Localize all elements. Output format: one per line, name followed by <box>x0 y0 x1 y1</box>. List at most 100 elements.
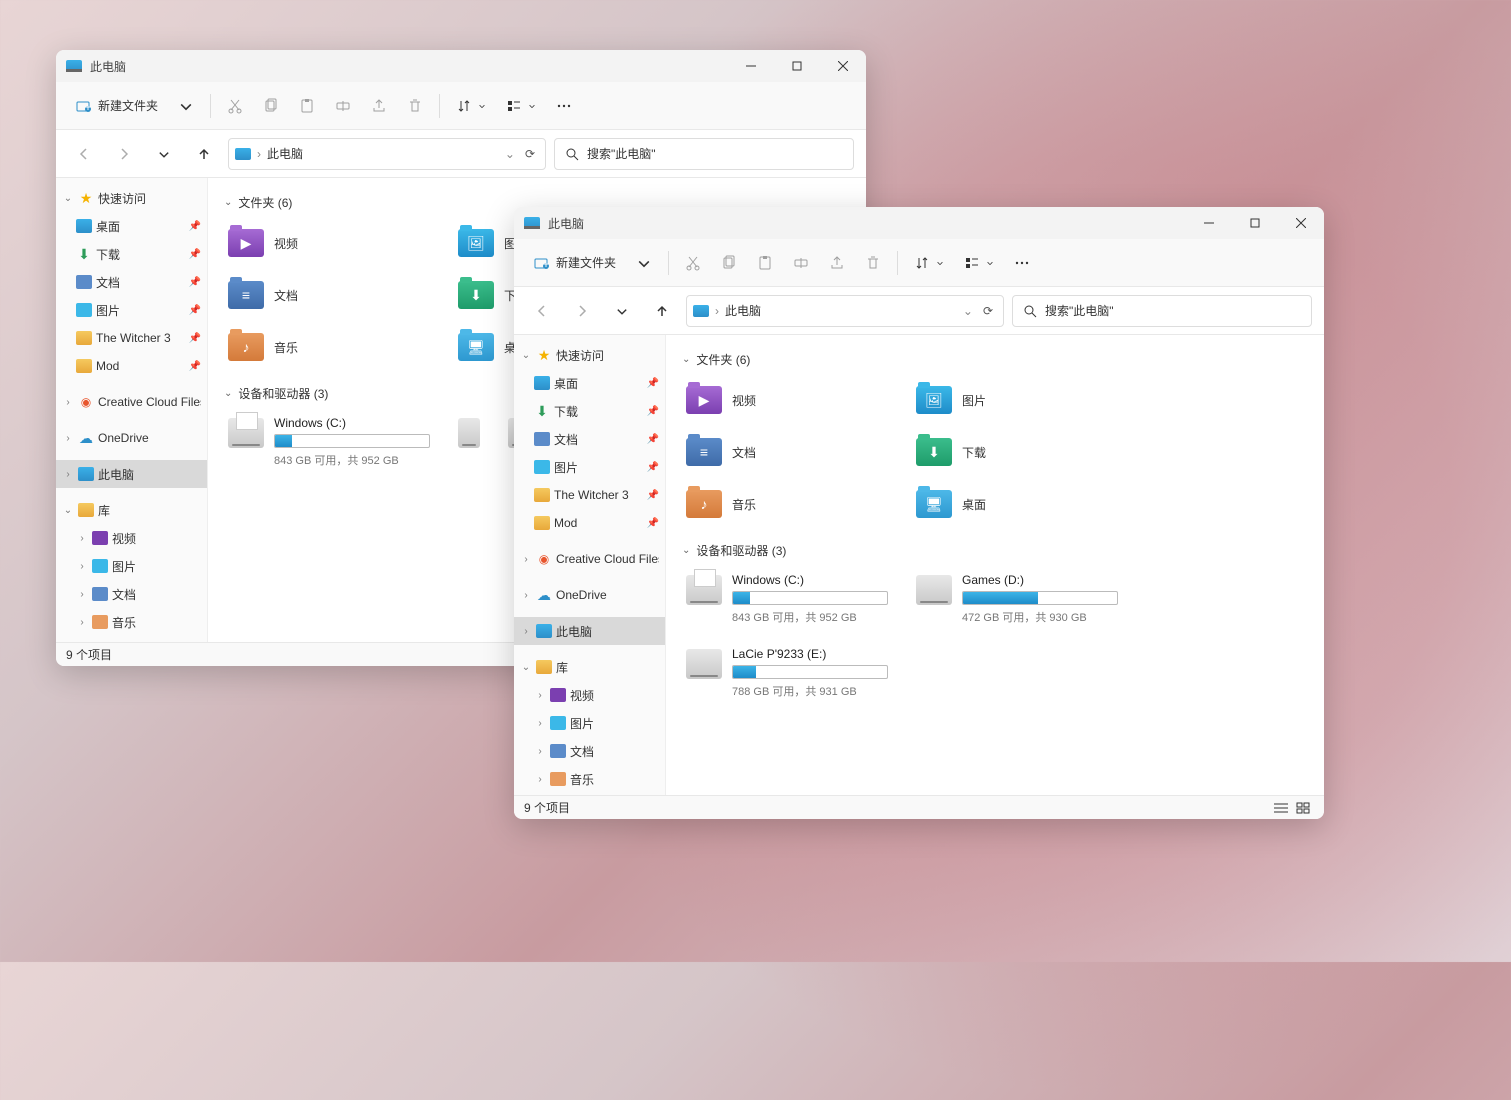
paste-button[interactable] <box>749 247 781 279</box>
copy-button[interactable] <box>713 247 745 279</box>
new-folder-button[interactable]: +新建文件夹 <box>68 90 166 122</box>
sidebar-item-desktop[interactable]: 桌面📌 <box>514 369 665 397</box>
pin-icon: 📌 <box>647 518 659 529</box>
sidebar-item-pictures[interactable]: 图片📌 <box>56 296 207 324</box>
minimize-button[interactable] <box>1186 207 1232 239</box>
sidebar-item-downloads[interactable]: ⬇下载📌 <box>56 240 207 268</box>
sidebar-this-pc[interactable]: ›此电脑 <box>56 460 207 488</box>
refresh-button[interactable]: ⟳ <box>979 304 997 318</box>
drive-e[interactable]: LaCie P'9233 (E:)788 GB 可用，共 931 GB <box>682 643 892 703</box>
tiles-view-button[interactable] <box>1292 799 1314 817</box>
sidebar-ccf[interactable]: ›◉Creative Cloud Files <box>514 545 665 573</box>
sidebar-item-documents[interactable]: 文档📌 <box>514 425 665 453</box>
cut-button[interactable] <box>677 247 709 279</box>
sidebar-lib-video[interactable]: ›视频 <box>56 524 207 552</box>
sidebar-item-witcher[interactable]: The Witcher 3📌 <box>514 481 665 509</box>
sidebar-libraries[interactable]: ⌄库 <box>514 653 665 681</box>
pin-icon: 📌 <box>647 490 659 501</box>
paste-button[interactable] <box>291 90 323 122</box>
breadcrumb-this-pc[interactable]: 此电脑 <box>725 302 761 319</box>
sidebar-lib-music[interactable]: ›音乐 <box>56 608 207 636</box>
sidebar-quick-access[interactable]: ⌄★快速访问 <box>514 341 665 369</box>
titlebar[interactable]: 此电脑 <box>56 50 866 82</box>
sidebar-item-downloads[interactable]: ⬇下载📌 <box>514 397 665 425</box>
recent-dropdown[interactable] <box>148 138 180 170</box>
folder-documents[interactable]: ≡文档 <box>224 273 434 317</box>
drives-section-header[interactable]: ⌄设备和驱动器 (3) <box>682 542 1308 559</box>
sidebar-lib-documents[interactable]: ›文档 <box>514 737 665 765</box>
folder-videos[interactable]: ▶视频 <box>682 378 892 422</box>
folders-section-header[interactable]: ⌄文件夹 (6) <box>682 351 1308 368</box>
up-button[interactable] <box>188 138 220 170</box>
delete-button[interactable] <box>857 247 889 279</box>
sidebar-lib-music[interactable]: ›音乐 <box>514 765 665 793</box>
maximize-button[interactable] <box>1232 207 1278 239</box>
more-button[interactable] <box>1006 247 1038 279</box>
delete-button[interactable] <box>399 90 431 122</box>
sidebar-this-pc[interactable]: ›此电脑 <box>514 617 665 645</box>
cut-button[interactable] <box>219 90 251 122</box>
recent-dropdown[interactable] <box>606 295 638 327</box>
close-button[interactable] <box>1278 207 1324 239</box>
folder-music[interactable]: ♪音乐 <box>224 325 434 369</box>
folder-documents[interactable]: ≡文档 <box>682 430 892 474</box>
forward-button[interactable] <box>108 138 140 170</box>
sidebar-item-witcher[interactable]: The Witcher 3📌 <box>56 324 207 352</box>
sidebar-item-desktop[interactable]: 桌面📌 <box>56 212 207 240</box>
new-dropdown[interactable] <box>170 90 202 122</box>
back-button[interactable] <box>526 295 558 327</box>
navbar: › 此电脑 ⌄ ⟳ 搜索"此电脑" <box>514 287 1324 335</box>
drive-c[interactable]: Windows (C:)843 GB 可用，共 952 GB <box>224 412 434 472</box>
sidebar-onedrive[interactable]: ›☁OneDrive <box>56 424 207 452</box>
chevron-down-icon[interactable]: ⌄ <box>505 147 515 161</box>
search-input[interactable]: 搜索"此电脑" <box>1012 295 1312 327</box>
folder-desktop[interactable]: 🖥桌面 <box>912 482 1122 526</box>
minimize-button[interactable] <box>728 50 774 82</box>
sidebar-lib-pictures[interactable]: ›图片 <box>514 709 665 737</box>
sidebar-item-mod[interactable]: Mod📌 <box>514 509 665 537</box>
sidebar-ccf[interactable]: ›◉Creative Cloud Files <box>56 388 207 416</box>
sidebar-onedrive[interactable]: ›☁OneDrive <box>514 581 665 609</box>
sidebar-lib-documents[interactable]: ›文档 <box>56 580 207 608</box>
titlebar[interactable]: 此电脑 <box>514 207 1324 239</box>
address-bar[interactable]: › 此电脑 ⌄ ⟳ <box>686 295 1004 327</box>
pin-icon: 📌 <box>189 277 201 288</box>
new-dropdown[interactable] <box>628 247 660 279</box>
forward-button[interactable] <box>566 295 598 327</box>
breadcrumb-this-pc[interactable]: 此电脑 <box>267 145 303 162</box>
sidebar-item-pictures[interactable]: 图片📌 <box>514 453 665 481</box>
back-button[interactable] <box>68 138 100 170</box>
sidebar-quick-access[interactable]: ⌄★快速访问 <box>56 184 207 212</box>
new-folder-button[interactable]: +新建文件夹 <box>526 247 624 279</box>
share-button[interactable] <box>821 247 853 279</box>
search-input[interactable]: 搜索"此电脑" <box>554 138 854 170</box>
sidebar-item-documents[interactable]: 文档📌 <box>56 268 207 296</box>
details-view-button[interactable] <box>1270 799 1292 817</box>
folder-music[interactable]: ♪音乐 <box>682 482 892 526</box>
chevron-down-icon[interactable]: ⌄ <box>963 304 973 318</box>
more-button[interactable] <box>548 90 580 122</box>
maximize-button[interactable] <box>774 50 820 82</box>
rename-button[interactable] <box>785 247 817 279</box>
sidebar-lib-video[interactable]: ›视频 <box>514 681 665 709</box>
sidebar-libraries[interactable]: ⌄库 <box>56 496 207 524</box>
folder-pictures[interactable]: 🖼图片 <box>912 378 1122 422</box>
sort-button[interactable] <box>906 247 952 279</box>
up-button[interactable] <box>646 295 678 327</box>
view-button[interactable] <box>956 247 1002 279</box>
drive-d[interactable]: Games (D:)472 GB 可用，共 930 GB <box>912 569 1122 629</box>
drive-c[interactable]: Windows (C:)843 GB 可用，共 952 GB <box>682 569 892 629</box>
close-button[interactable] <box>820 50 866 82</box>
folder-videos[interactable]: ▶视频 <box>224 221 434 265</box>
address-bar[interactable]: › 此电脑 ⌄ ⟳ <box>228 138 546 170</box>
refresh-button[interactable]: ⟳ <box>521 147 539 161</box>
rename-button[interactable] <box>327 90 359 122</box>
copy-button[interactable] <box>255 90 287 122</box>
folder-downloads[interactable]: ⬇下载 <box>912 430 1122 474</box>
share-button[interactable] <box>363 90 395 122</box>
drive-partial[interactable] <box>454 412 484 472</box>
sort-button[interactable] <box>448 90 494 122</box>
sidebar-item-mod[interactable]: Mod📌 <box>56 352 207 380</box>
view-button[interactable] <box>498 90 544 122</box>
sidebar-lib-pictures[interactable]: ›图片 <box>56 552 207 580</box>
